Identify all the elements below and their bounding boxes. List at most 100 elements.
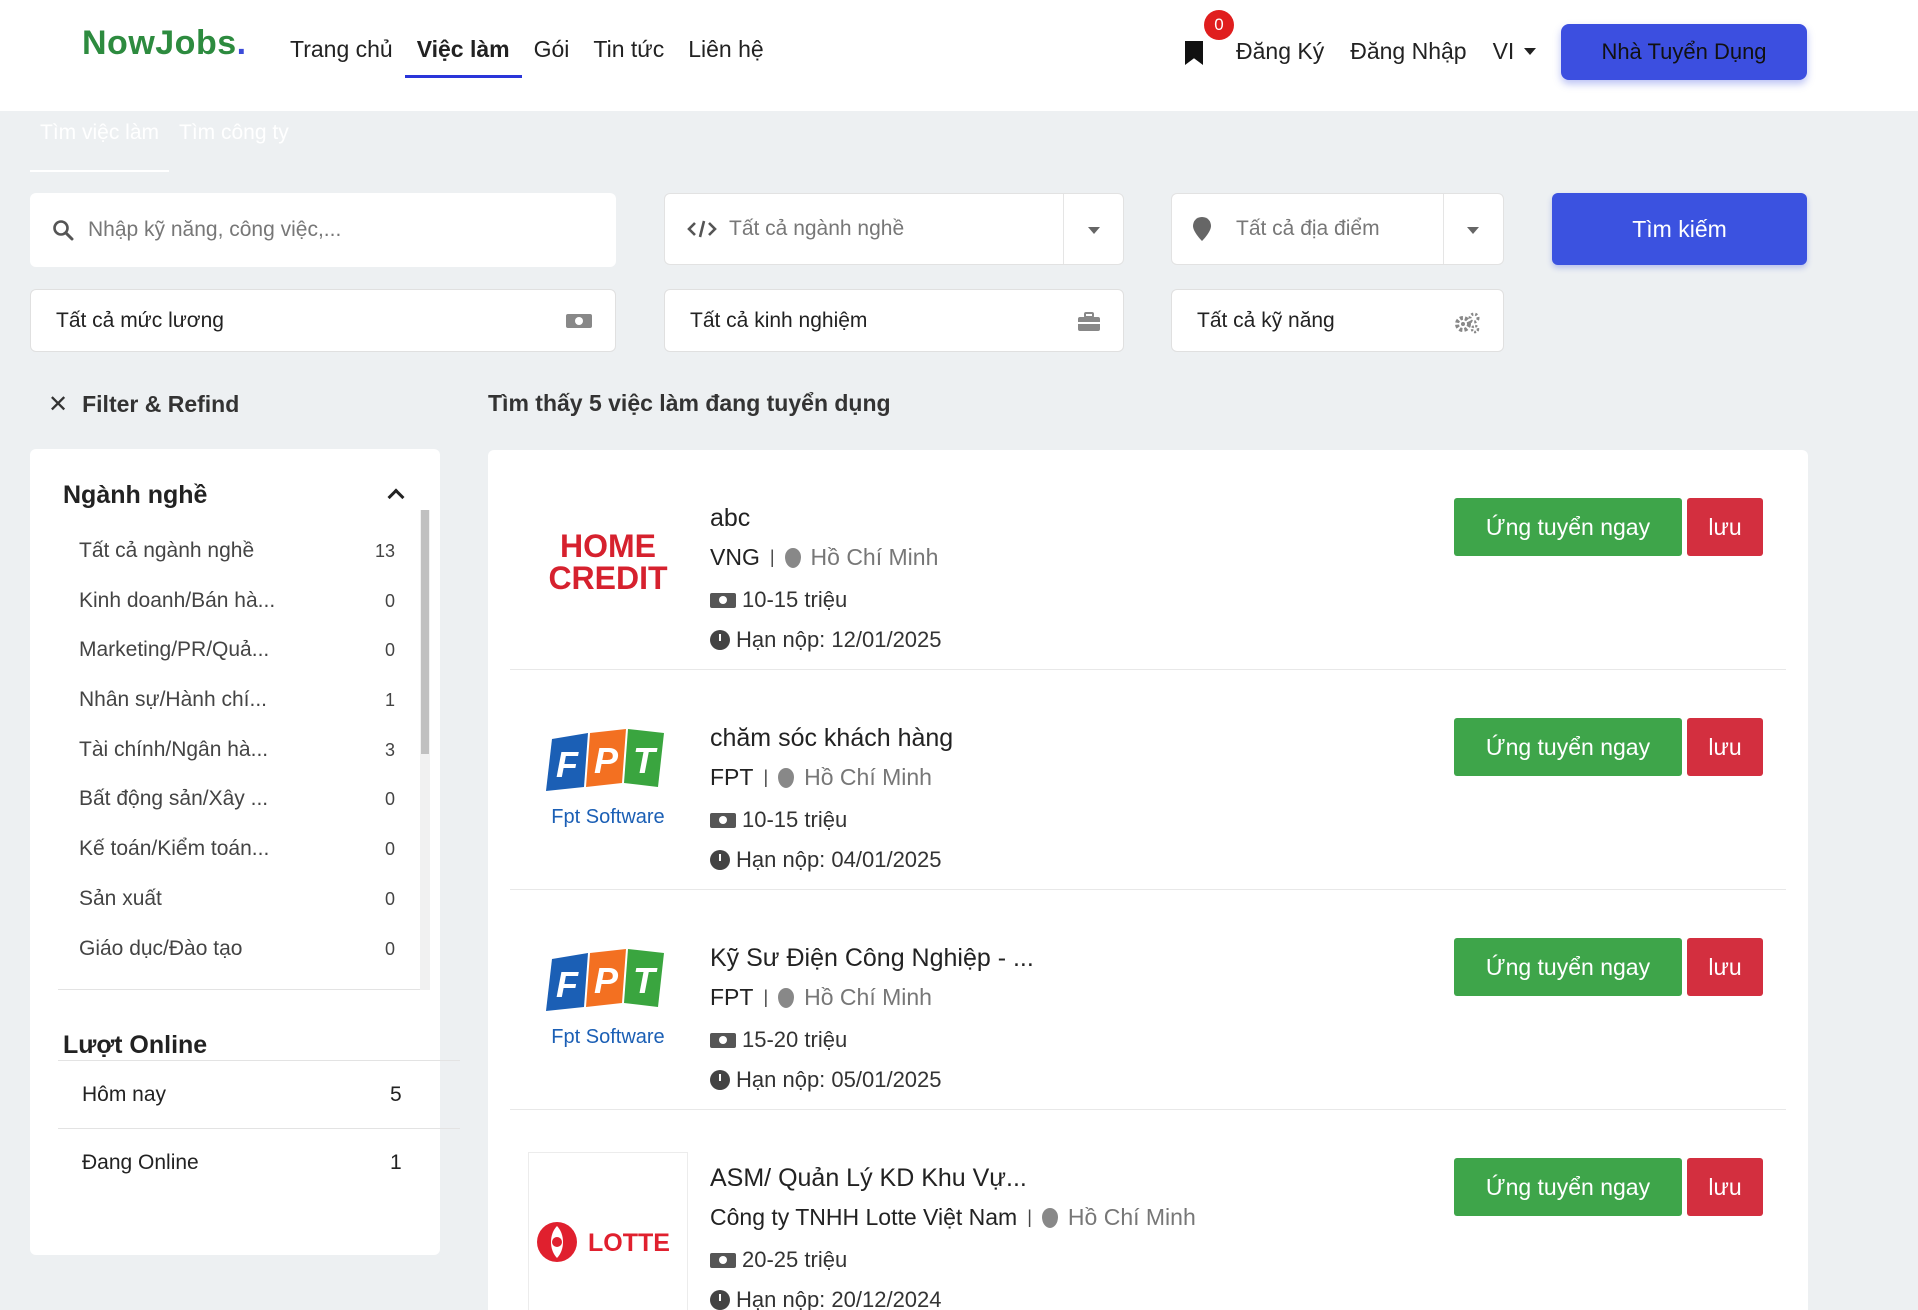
company-logo[interactable]: F P T Fpt Software [528,710,688,850]
save-job-button[interactable]: lưu [1687,1158,1763,1216]
fpt-logo-icon: F P T Fpt Software [546,729,665,828]
location-pin-icon [778,987,795,1008]
salary-text: 10-15 triệu [742,587,848,612]
category-name: Giáo dục/Đào tạo [79,936,243,960]
category-item[interactable]: Marketing/PR/Quả... 0 [30,626,420,676]
bookmark-icon [1185,41,1203,65]
svg-text:T: T [633,740,658,781]
category-item[interactable]: Sản xuất 0 [30,875,420,925]
tab-find-jobs[interactable]: Tìm việc làm [30,118,170,172]
deadline-text: Hạn nộp: 05/01/2025 [736,1067,942,1092]
category-item[interactable]: Kế toán/Kiểm toán... 0 [30,825,420,875]
category-select[interactable]: Tất cả ngành nghề [664,193,1124,265]
skill-select[interactable]: Tất cả kỹ năng [1171,289,1504,352]
job-salary: 20-25 triệu [710,1247,847,1273]
category-item[interactable]: Kinh doanh/Bán hà... 0 [30,577,420,627]
filter-toggle[interactable]: ✕ Filter & Refind [48,390,239,419]
language-select[interactable]: VI [1493,38,1537,65]
clock-icon [710,630,730,650]
search-button[interactable]: Tìm kiếm [1552,193,1807,265]
category-item[interactable]: Nhân sự/Hành chí... 1 [30,676,420,726]
apply-button[interactable]: Ứng tuyển ngay [1454,718,1682,776]
saved-jobs-button[interactable]: 0 [1180,10,1234,71]
category-item[interactable]: Tài chính/Ngân hà... 3 [30,726,420,776]
location-label: Tất cả địa điểm [1236,217,1380,240]
category-name: Kinh doanh/Bán hà... [79,588,276,612]
search-icon [53,220,74,241]
nav-packages[interactable]: Gói [522,30,582,78]
job-deadline: Hạn nộp: 20/12/2024 [710,1287,942,1310]
nav-news[interactable]: Tin tức [581,30,676,78]
nav-jobs[interactable]: Việc làm [404,30,522,78]
category-item[interactable]: Tất cả ngành nghề 13 [30,527,420,577]
register-link[interactable]: Đăng Ký [1236,38,1324,65]
job-title[interactable]: chăm sóc khách hàng [710,724,953,753]
save-job-button[interactable]: lưu [1687,718,1763,776]
online-title: Lượt Online [63,1031,208,1059]
category-count: 0 [384,789,395,810]
online-label: Hôm nay [82,1083,167,1106]
company-logo[interactable]: HOME CREDIT [528,490,688,630]
company-name[interactable]: FPT [710,764,753,791]
job-location: Hồ Chí Minh [804,984,932,1010]
login-link[interactable]: Đăng Nhập [1350,38,1466,65]
company-logo[interactable]: LOTTE [528,1152,688,1310]
dropdown-divider [1063,194,1064,264]
separator: | [763,987,769,1007]
employer-button[interactable]: Nhà Tuyển Dụng [1561,24,1807,80]
top-header: NowJobs. Trang chủ Việc làm Gói Tin tức … [0,0,1918,111]
job-location: Hồ Chí Minh [804,764,932,790]
filter-title: Filter & Refind [82,391,240,417]
job-company-line: FPT | Hồ Chí Minh [710,984,932,1011]
caret-down-icon [1467,227,1479,234]
job-deadline: Hạn nộp: 12/01/2025 [710,627,942,653]
dropdown-divider [1443,194,1444,264]
nav-contact[interactable]: Liên hệ [676,30,775,78]
apply-button[interactable]: Ứng tuyển ngay [1454,498,1682,556]
company-name[interactable]: VNG [710,544,760,571]
save-job-button[interactable]: lưu [1687,498,1763,556]
site-logo[interactable]: NowJobs. [82,24,247,63]
account-nav: 0 Đăng Ký Đăng Nhập VI [1180,10,1537,72]
experience-select[interactable]: Tất cả kinh nghiệm [664,289,1124,352]
main-nav: Trang chủ Việc làm Gói Tin tức Liên hệ [278,30,776,78]
online-label: Đang Online [82,1151,199,1174]
category-name: Nhân sự/Hành chí... [79,688,267,712]
category-scroll-thumb[interactable] [421,510,429,754]
job-title[interactable]: abc [710,504,750,533]
filter-sidebar: Ngành nghề Tất cả ngành nghề 13 Kinh doan… [30,449,460,1255]
apply-button[interactable]: Ứng tuyển ngay [1454,938,1682,996]
job-salary: 10-15 triệu [710,807,847,833]
category-item[interactable]: Giáo dục/Đào tạo 0 [30,925,420,975]
job-salary: 10-15 triệu [710,587,847,613]
category-count: 0 [384,839,395,860]
category-count: 13 [374,541,395,561]
category-name: Tất cả ngành nghề [79,539,255,562]
saved-count-badge: 0 [1204,10,1234,40]
company-name[interactable]: Công ty TNHH Lotte Việt Nam [710,1204,1017,1231]
caret-down-icon [1088,227,1100,234]
job-title[interactable]: ASM/ Quản Lý KD Khu Vự... [710,1164,1027,1193]
chevron-up-icon[interactable] [387,488,405,506]
job-title[interactable]: Kỹ Sư Điện Công Nghiệp - ... [710,944,1034,973]
job-company-line: VNG | Hồ Chí Minh [710,544,938,571]
salary-select[interactable]: Tất cả mức lương [30,289,616,352]
location-select[interactable]: Tất cả địa điểm [1171,193,1504,265]
company-logo[interactable]: F P T Fpt Software [528,930,688,1070]
svg-text:P: P [594,740,619,781]
job-card[interactable]: HOME CREDIT abc VNG | Hồ Chí Minh 10-15 … [510,450,1786,670]
job-card[interactable]: F P T Fpt Software chăm sóc khách hàng F… [510,670,1786,890]
category-name: Marketing/PR/Quả... [79,638,270,662]
keyword-placeholder: Nhập kỹ năng, công việc,... [88,218,342,241]
nav-home[interactable]: Trang chủ [278,30,405,78]
category-count: 3 [384,739,395,760]
save-job-button[interactable]: lưu [1687,938,1763,996]
money-icon [710,812,736,828]
category-item[interactable]: Bất động sản/Xây ... 0 [30,775,420,825]
tab-find-companies[interactable]: Tìm công ty [169,118,299,172]
apply-button[interactable]: Ứng tuyển ngay [1454,1158,1682,1216]
keyword-search-input[interactable]: Nhập kỹ năng, công việc,... [30,193,616,267]
company-name[interactable]: FPT [710,984,753,1011]
job-card[interactable]: F P T Fpt Software Kỹ Sư Điện Công Nghiệ… [510,890,1786,1110]
money-icon [566,314,592,328]
